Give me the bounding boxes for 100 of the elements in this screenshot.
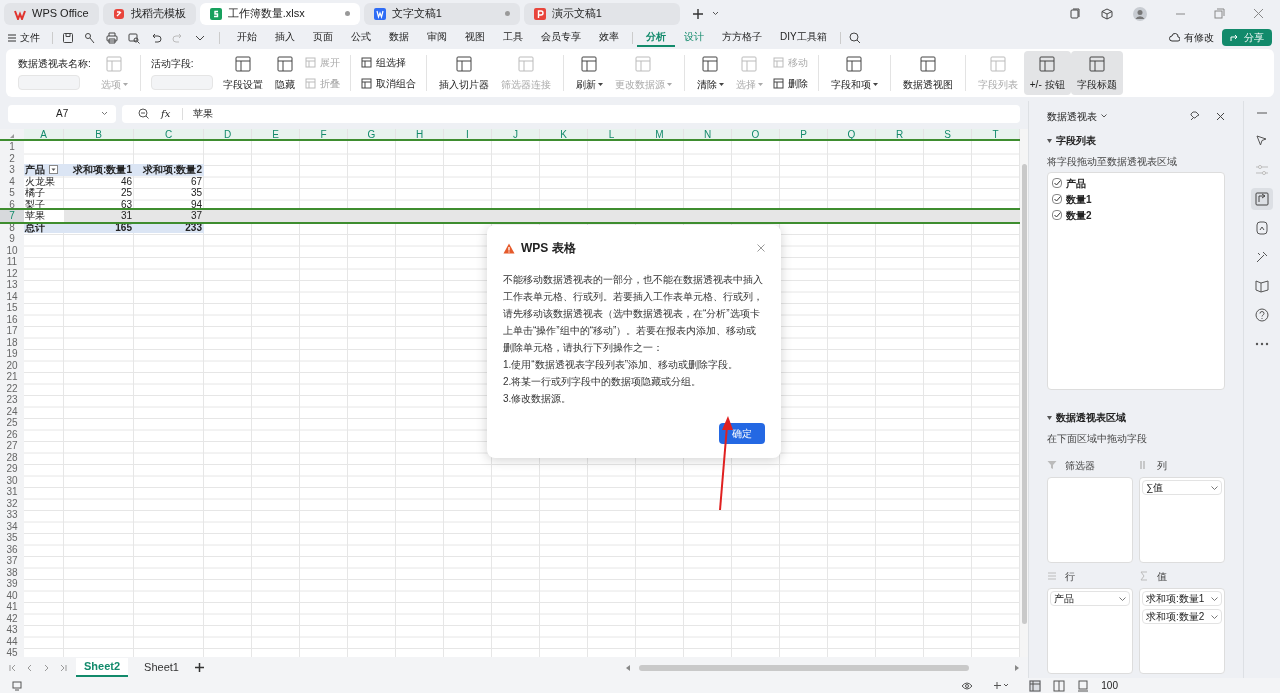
tools-icon[interactable] (1254, 249, 1270, 265)
toggle-button[interactable]: 字段标题 (1070, 51, 1123, 95)
column-header[interactable]: R (876, 129, 924, 139)
checkbox[interactable] (1052, 210, 1062, 220)
checkbox[interactable] (1052, 178, 1062, 188)
ok-button[interactable]: 确定 (719, 423, 765, 444)
scrollbar-thumb[interactable] (1021, 164, 1027, 624)
scroll-right-icon[interactable] (1014, 664, 1020, 671)
row-number[interactable]: 31 (0, 486, 24, 498)
row-number[interactable]: 17 (0, 325, 24, 337)
row-number[interactable]: 13 (0, 279, 24, 291)
row-number[interactable]: 39 (0, 578, 24, 590)
drop-area[interactable]: 求和项:数量1 求和项:数量2 (1139, 588, 1225, 674)
ribbon-tab[interactable]: 效率 (590, 28, 628, 47)
column-header[interactable]: C (134, 129, 204, 139)
ribbon-button[interactable]: 组选择 (360, 55, 416, 70)
ribbon-tab[interactable]: 开始 (228, 28, 266, 47)
styles-icon[interactable] (1254, 220, 1270, 236)
close-icon[interactable] (1216, 111, 1225, 121)
file-menu[interactable]: 文件 (8, 30, 48, 45)
ribbon-tab[interactable]: 公式 (342, 28, 380, 47)
ribbon-tab[interactable]: DIY工具箱 (771, 28, 836, 47)
last-sheet-icon[interactable] (59, 663, 68, 672)
column-header[interactable]: A (24, 129, 64, 139)
ribbon-tab[interactable]: 分析 (637, 28, 675, 47)
ribbon-tab[interactable]: 数据 (380, 28, 418, 47)
sheet-tab[interactable]: Sheet2 (76, 658, 129, 677)
cloud-status[interactable]: 有修改 (1169, 30, 1214, 45)
column-header[interactable]: F (300, 129, 348, 139)
row-number[interactable]: 19 (0, 348, 24, 360)
print-preview-icon[interactable] (128, 31, 140, 44)
ribbon-button[interactable]: 取消组合 (360, 76, 416, 91)
name-input[interactable] (150, 75, 213, 90)
ribbon-tab[interactable]: 方方格子 (713, 28, 771, 47)
row-number[interactable]: 29 (0, 463, 24, 475)
normal-view-icon[interactable] (1029, 679, 1042, 692)
row-number[interactable]: 9 (0, 233, 24, 245)
save-icon[interactable] (62, 31, 74, 44)
ribbon-tab[interactable]: 视图 (456, 28, 494, 47)
column-header[interactable]: H (396, 129, 444, 139)
column-header[interactable]: P (780, 129, 828, 139)
ribbon-tab[interactable]: 设计 (675, 28, 713, 47)
column-header[interactable]: S (924, 129, 972, 139)
column-header[interactable]: I (444, 129, 492, 139)
scrollbar-thumb[interactable] (638, 664, 969, 671)
macro-icon[interactable] (12, 680, 22, 691)
document-tab[interactable]: 找稻壳模板 (102, 2, 196, 25)
name-input[interactable] (18, 75, 80, 90)
section-header[interactable]: 数据透视表区域 (1047, 410, 1225, 425)
zoom-icon[interactable] (138, 108, 149, 119)
column-header[interactable]: D (204, 129, 252, 139)
column-header[interactable]: J (492, 129, 540, 139)
panel-title-dropdown[interactable]: 数据透视表 (1047, 108, 1107, 124)
previous-sheet-icon[interactable] (25, 663, 34, 672)
document-tab[interactable]: 工作簿数量.xlsx (199, 2, 360, 25)
print-icon[interactable] (106, 31, 118, 44)
sheet-tab[interactable]: Sheet1 (136, 658, 187, 677)
window-tile-icon[interactable] (1070, 8, 1081, 19)
document-tab[interactable]: 文字文稿1 (363, 2, 520, 25)
ribbon-tab[interactable]: 会员专享 (532, 28, 590, 47)
zoom-level[interactable]: 100 (1101, 678, 1118, 693)
row-number[interactable]: 7 (0, 210, 24, 222)
formula-field[interactable]: 苹果 (189, 104, 1020, 123)
row-number[interactable]: 25 (0, 417, 24, 429)
row-number[interactable]: 35 (0, 532, 24, 544)
ribbon-button[interactable]: 清除 (690, 51, 730, 95)
restore-icon[interactable] (1214, 8, 1225, 19)
row-number[interactable]: 1 (0, 141, 24, 153)
ribbon-button[interactable]: 插入切片器 (432, 51, 495, 95)
cell-display-icon[interactable] (993, 681, 1010, 690)
undo-icon[interactable] (150, 31, 162, 44)
add-sheet-icon[interactable] (194, 663, 204, 672)
avatar-icon[interactable] (1133, 6, 1147, 21)
area-field-dropdown[interactable]: 求和项:数量2 (1142, 609, 1222, 624)
help-icon[interactable] (1254, 307, 1270, 323)
cube-icon[interactable] (1101, 7, 1113, 20)
search-icon[interactable] (848, 31, 861, 44)
column-header[interactable]: K (540, 129, 588, 139)
filter-dropdown-icon[interactable] (49, 165, 58, 175)
document-tab[interactable]: 演示文稿1 (523, 2, 680, 25)
ribbon-button[interactable]: 删除 (772, 76, 808, 91)
ribbon-tab[interactable]: 插入 (266, 28, 304, 47)
row-number[interactable]: 43 (0, 624, 24, 636)
row-number[interactable]: 33 (0, 509, 24, 521)
column-header[interactable]: Q (828, 129, 876, 139)
ribbon-tab[interactable]: 页面 (304, 28, 342, 47)
row-number[interactable]: 5 (0, 187, 24, 199)
add-tab-icon[interactable] (691, 7, 704, 20)
ribbon-button[interactable]: 数据透视图 (896, 51, 959, 95)
pivot-icon[interactable] (1251, 188, 1273, 210)
next-sheet-icon[interactable] (42, 663, 51, 672)
column-header[interactable]: E (252, 129, 300, 139)
ribbon-button[interactable]: 字段和项 (824, 51, 884, 95)
row-number[interactable]: 15 (0, 302, 24, 314)
share-button[interactable]: 分享 (1222, 29, 1272, 46)
row-number[interactable]: 23 (0, 394, 24, 406)
column-header[interactable]: O (732, 129, 780, 139)
row-number[interactable]: 11 (0, 256, 24, 268)
row-number[interactable]: 21 (0, 371, 24, 383)
pin-icon[interactable] (1190, 111, 1200, 121)
